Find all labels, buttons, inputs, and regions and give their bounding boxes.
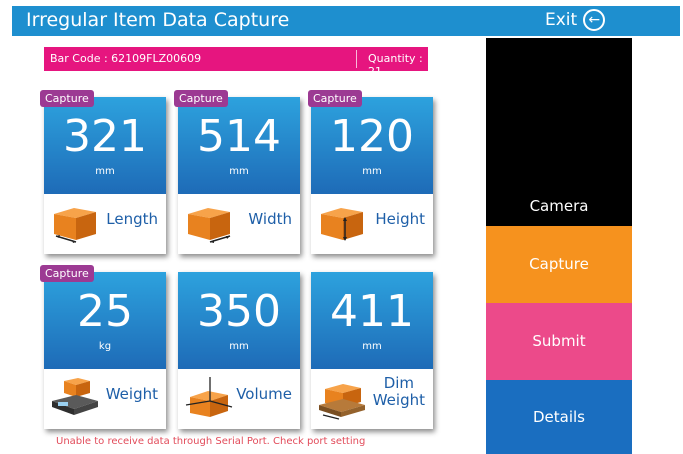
height-capture-tag[interactable]: Capture	[308, 90, 362, 107]
title-bar: Irregular Item Data Capture Exit ←	[12, 6, 680, 36]
weight-tile: 25 kg Weight	[44, 272, 166, 429]
weight-value: 25	[77, 286, 133, 337]
camera-preview	[486, 38, 632, 186]
details-button[interactable]: Details	[486, 380, 632, 454]
volume-label-panel: Volume	[178, 369, 300, 429]
weight-label: Weight	[105, 385, 158, 403]
height-value-panel: 120 mm	[311, 97, 433, 194]
weight-unit: kg	[98, 341, 112, 352]
camera-label: Camera	[486, 186, 632, 226]
page-title: Irregular Item Data Capture	[26, 9, 290, 31]
width-value: 514	[197, 111, 281, 162]
exit-button[interactable]: Exit ←	[545, 9, 606, 31]
scale-weight-icon	[52, 378, 98, 415]
quantity-text: Quantity : 21	[368, 52, 423, 78]
width-value-panel: 514 mm	[178, 97, 300, 194]
length-value: 321	[63, 111, 147, 162]
volume-value-panel: 350 mm	[178, 272, 300, 369]
volume-tile: 350 mm Volume	[178, 272, 300, 429]
volume-label: Volume	[236, 385, 292, 403]
height-label-panel: Height	[311, 194, 433, 254]
box-height-icon	[321, 208, 363, 241]
weight-value-panel: 25 kg	[44, 272, 166, 369]
pallet-dim-weight-icon	[319, 384, 365, 420]
dim-weight-unit: mm	[362, 341, 382, 352]
dim-weight-label-line1: Dim	[383, 374, 415, 392]
dim-weight-label: Dim Weight	[373, 375, 425, 409]
serial-port-error-message: Unable to receive data through Serial Po…	[56, 436, 366, 447]
info-divider	[356, 50, 357, 68]
length-label-panel: Length	[44, 194, 166, 254]
box-volume-icon	[185, 377, 233, 417]
dim-weight-value: 411	[330, 286, 414, 337]
width-tile: 514 mm Width	[178, 97, 300, 254]
dim-weight-value-panel: 411 mm	[311, 272, 433, 369]
width-label-panel: Width	[178, 194, 300, 254]
volume-unit: mm	[229, 341, 249, 352]
height-label: Height	[375, 210, 425, 228]
arrow-left-circle-icon: ←	[583, 9, 606, 31]
width-unit: mm	[229, 166, 249, 177]
length-tile: 321 mm Length	[44, 97, 166, 254]
weight-capture-tag[interactable]: Capture	[40, 265, 94, 282]
exit-label: Exit	[545, 10, 578, 30]
capture-button[interactable]: Capture	[486, 226, 632, 303]
height-tile: 120 mm Height	[311, 97, 433, 254]
width-label: Width	[248, 210, 292, 228]
dim-weight-label-panel: Dim Weight	[311, 369, 433, 429]
barcode-text: Bar Code : 62109FLZ00609	[50, 52, 202, 65]
length-capture-tag[interactable]: Capture	[40, 90, 94, 107]
box-length-icon	[54, 208, 96, 243]
length-value-panel: 321 mm	[44, 97, 166, 194]
submit-button[interactable]: Submit	[486, 303, 632, 380]
dim-weight-tile: 411 mm Dim Weight	[311, 272, 433, 429]
height-value: 120	[330, 111, 414, 162]
item-info-bar: Bar Code : 62109FLZ00609 Quantity : 21	[44, 47, 428, 78]
height-unit: mm	[362, 166, 382, 177]
weight-label-panel: Weight	[44, 369, 166, 429]
width-capture-tag[interactable]: Capture	[174, 90, 228, 107]
app-window: Irregular Item Data Capture Exit ← Bar C…	[0, 0, 683, 454]
length-label: Length	[106, 210, 158, 228]
dim-weight-label-line2: Weight	[372, 391, 425, 409]
volume-value: 350	[197, 286, 281, 337]
box-width-icon	[188, 208, 231, 243]
length-unit: mm	[95, 166, 115, 177]
